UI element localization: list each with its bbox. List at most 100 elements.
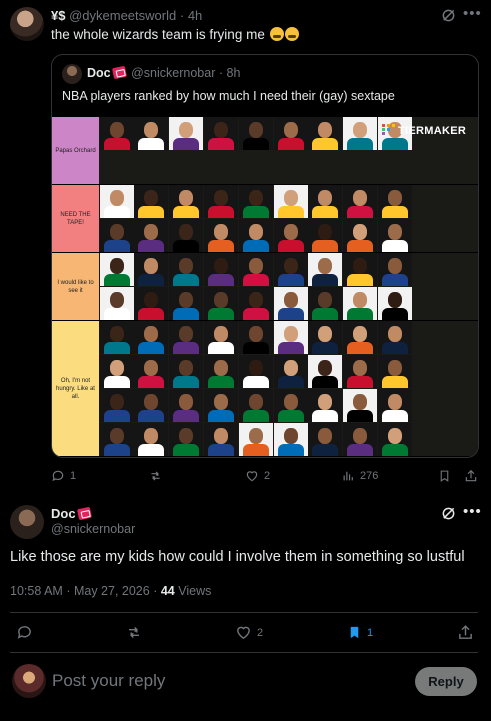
author-avatar[interactable] [10,7,44,41]
reply-icon [52,470,64,482]
player-thumbnail [169,253,203,286]
bookmark-icon [440,470,449,482]
player-thumbnail [134,117,168,150]
player-thumbnail [378,321,412,354]
reply-action[interactable] [16,624,33,641]
player-thumbnail [204,287,238,320]
reply-views-count: 44 [160,584,175,598]
share-icon [465,469,477,482]
tier-label: NEED THE TAPE! [52,185,99,252]
more-horizontal-icon[interactable]: ••• [463,5,482,22]
like-count: 2 [264,470,271,482]
player-thumbnail [169,389,203,422]
reply-author-handle[interactable]: @snickernobar [51,522,135,536]
like-action[interactable]: 2 [235,624,263,641]
reply-author-avatar[interactable] [10,505,44,539]
quoted-tweet[interactable]: Doc @snickernobar · 8h NBA players ranke… [51,54,479,458]
bookmark-filled-icon [350,626,359,639]
tier-row: NEED THE TAPE! [52,185,478,286]
player-thumbnail [100,287,134,320]
player-thumbnail [169,287,203,320]
author-name[interactable]: ¥$ [51,8,65,23]
more-horizontal-icon[interactable]: ••• [463,503,482,520]
player-thumbnail [274,185,308,218]
player-thumbnail [274,321,308,354]
views-count: 276 [360,469,379,482]
player-thumbnail [343,355,377,388]
player-thumbnail [274,117,308,150]
player-thumbnail [274,389,308,422]
player-thumbnail [169,355,203,388]
player-thumbnail [343,389,377,422]
player-thumbnail [204,355,238,388]
share-action[interactable] [457,624,474,641]
player-thumbnail [169,185,203,218]
header-separator: · [179,8,185,23]
quote-author-avatar [62,64,82,84]
grok-icon[interactable] [441,8,456,23]
reply-time[interactable]: 10:58 AM [10,584,63,598]
player-thumbnail [343,423,377,456]
player-thumbnail [100,219,134,252]
tier-label: Oh, I'm not hungry. Like at all. [52,321,99,456]
player-thumbnail [134,423,168,456]
quote-header-separator: · [218,66,224,80]
divider [10,652,478,653]
player-thumbnail [100,389,134,422]
player-thumbnail [378,219,412,252]
ticket-emoji-icon [111,65,127,80]
reply-button[interactable]: Reply [415,667,477,696]
tiermaker-logo: TIERMAKER [382,124,466,137]
current-user-avatar[interactable] [12,664,46,698]
bookmark-action[interactable] [438,469,451,483]
tiermaker-logo-text: TIERMAKER [398,125,467,137]
author-handle[interactable]: @dykemeetsworld [69,8,176,23]
player-thumbnail [134,219,168,252]
views-action[interactable]: 276 [342,469,378,482]
player-thumbnail [308,389,342,422]
player-thumbnail [134,355,168,388]
like-action[interactable]: 2 [245,469,270,483]
grok-icon[interactable] [441,506,456,521]
heart-icon [237,626,250,640]
loudly-crying-emoji-icon [284,27,299,41]
player-thumbnail [169,321,203,354]
player-thumbnail [100,185,134,218]
reply-icon [17,626,31,639]
analytics-icon [343,471,353,481]
player-thumbnail [343,117,377,150]
player-thumbnail [378,253,412,286]
repost-action[interactable] [148,469,168,483]
player-thumbnail [239,117,273,150]
player-thumbnail [134,185,168,218]
tier-list-image[interactable]: Oh, I'm not hungry. Like at all. I would … [52,117,478,457]
tweet-age[interactable]: 4h [188,8,202,23]
player-thumbnail [308,185,342,218]
reply-compose-input[interactable] [52,671,392,691]
share-action[interactable] [464,469,478,483]
reply-author-name[interactable]: Doc [51,506,76,521]
reply-date[interactable]: May 27, 2026 [74,584,150,598]
player-thumbnail [274,423,308,456]
meta-separator: · [153,584,158,598]
repost-action[interactable] [125,624,143,641]
tiermaker-grid-icon [382,124,395,135]
player-thumbnail [343,185,377,218]
repost-icon [129,627,139,638]
player-thumbnail [134,287,168,320]
player-thumbnail [308,287,342,320]
bookmark-action[interactable]: 1 [347,624,373,641]
player-thumbnail [100,253,134,286]
meta-separator: · [66,584,71,598]
player-thumbnail [169,423,203,456]
reply-author-name-row[interactable]: Doc [51,506,93,521]
reply-action[interactable]: 1 [51,469,76,483]
player-thumbnail [308,117,342,150]
player-thumbnail [274,355,308,388]
quote-author-handle: @snickernobar [131,66,216,80]
tier-label: Papas Orchard [52,117,99,184]
player-thumbnail [239,185,273,218]
player-thumbnail [204,253,238,286]
player-thumbnail [308,423,342,456]
reply-views-label: Views [178,584,212,598]
